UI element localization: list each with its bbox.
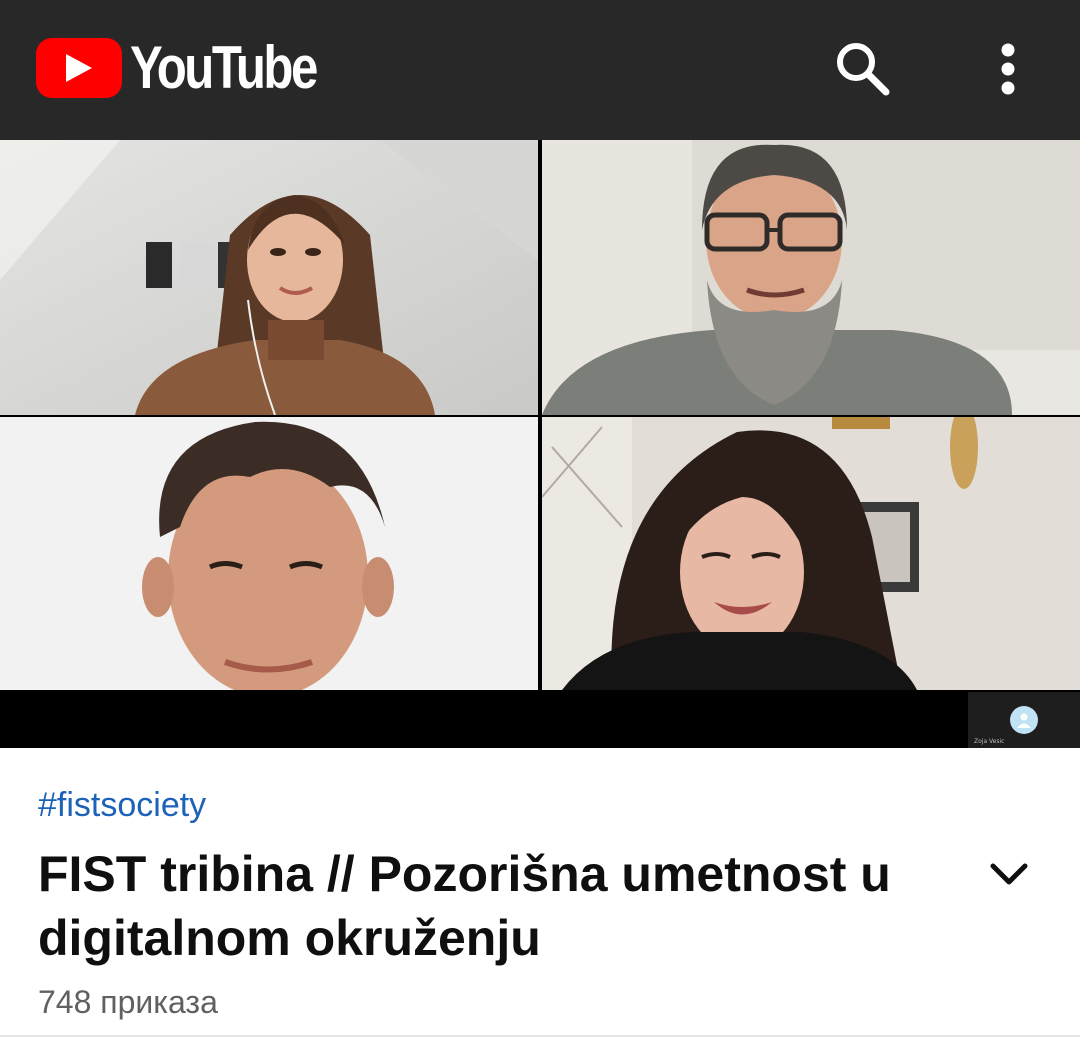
participant-video-tile [542,140,1080,415]
search-button[interactable] [832,38,894,100]
hashtag-link[interactable]: #fistsociety [38,786,206,825]
self-view-name: Zoja Vesic [974,738,1005,745]
youtube-logo[interactable]: YouTube [36,38,357,98]
more-options-button[interactable] [986,38,1030,100]
top-app-bar: YouTube [0,0,1080,140]
video-title: FIST tribina // Pozorišna umetnost u dig… [38,846,891,966]
user-avatar-icon [1010,706,1038,734]
video-player[interactable]: Zoja Vesic [0,140,1080,748]
search-icon [837,43,890,96]
logo-text: YouTube [130,34,318,101]
play-logo-icon [36,38,122,98]
participant-video-tile [542,417,1080,690]
expand-description-button[interactable] [984,850,1034,900]
participant-video-tile [0,140,538,415]
view-count: 748 приказа [38,984,218,1020]
participant-video-tile [0,417,538,690]
more-vert-icon [1001,43,1015,95]
chevron-down-icon [990,863,1028,885]
self-view-tile: Zoja Vesic [968,692,1080,748]
